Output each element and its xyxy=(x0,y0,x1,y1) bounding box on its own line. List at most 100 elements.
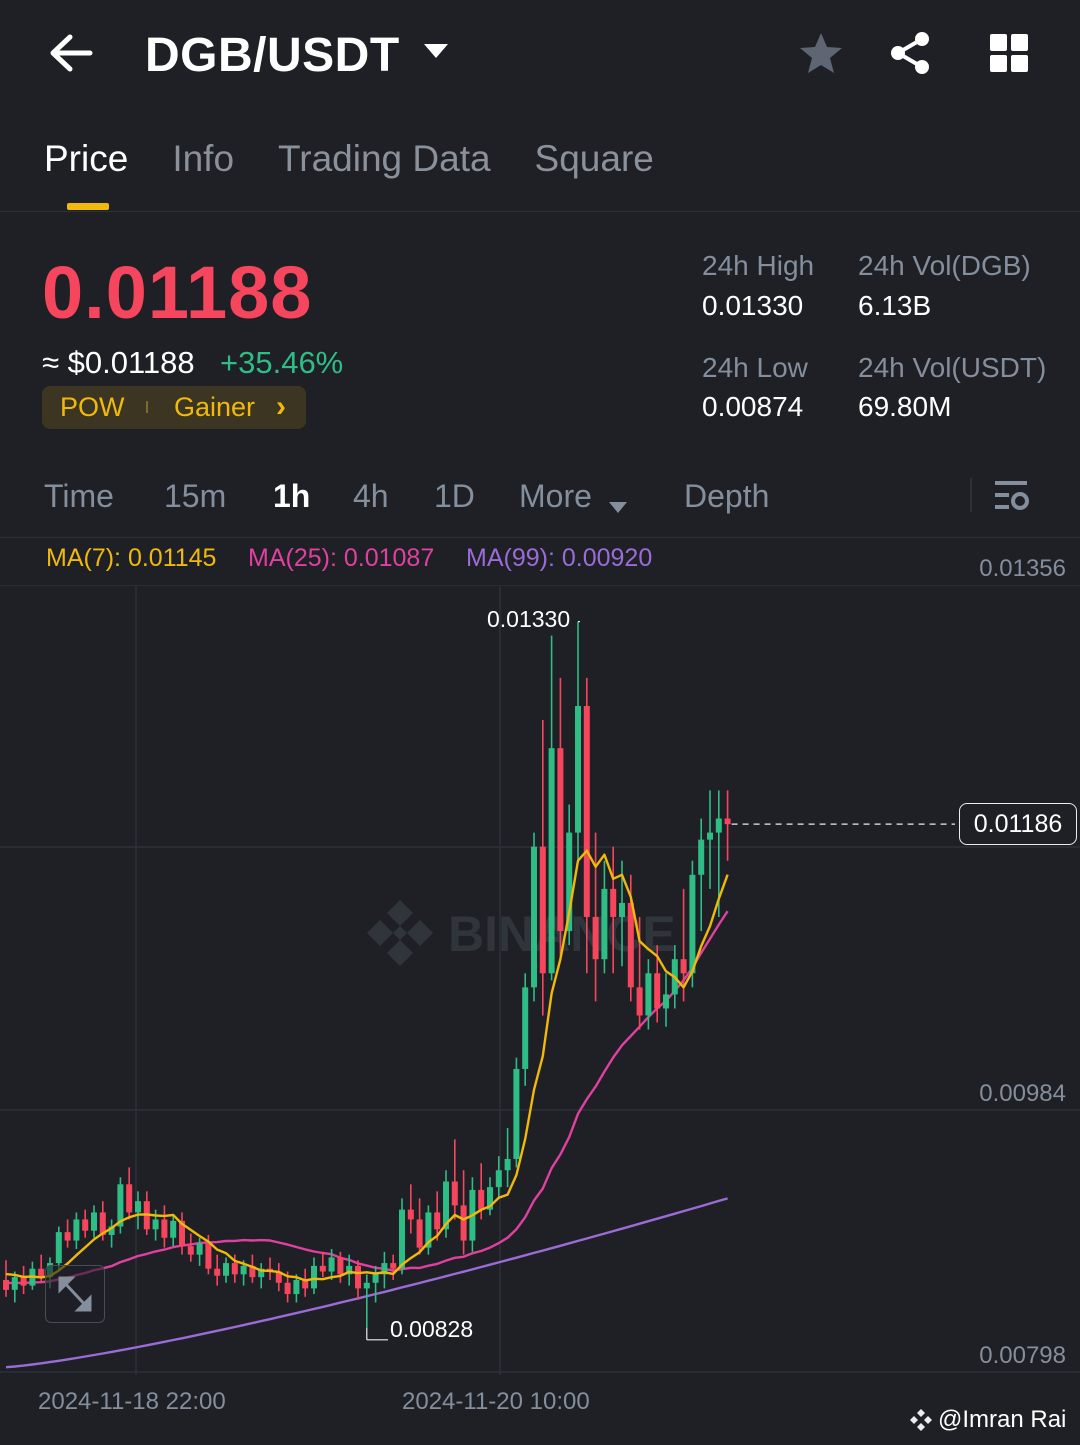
candle-body xyxy=(187,1246,194,1255)
candle-body xyxy=(451,1181,458,1206)
ma25-legend: MA(25): 0.01087 xyxy=(248,544,435,572)
low-value: 0.00874 xyxy=(702,391,804,422)
candle-body xyxy=(539,846,546,974)
candle-body xyxy=(64,1232,71,1241)
arrow-left-icon xyxy=(50,34,93,72)
price-markers xyxy=(366,620,955,1341)
interval-1d[interactable]: 1D xyxy=(434,478,475,515)
candle-body xyxy=(11,1277,18,1290)
interval-1h[interactable]: 1h xyxy=(273,478,310,515)
chart-settings-icon xyxy=(995,481,1029,510)
chart-grid xyxy=(0,585,1080,1375)
share-icon xyxy=(891,32,929,74)
tab-square[interactable]: Square xyxy=(535,138,654,188)
current-price-tag-value: 0.01186 xyxy=(973,810,1063,838)
candle-body xyxy=(205,1243,212,1269)
interval-time[interactable]: Time xyxy=(44,478,114,515)
candle-body xyxy=(654,973,661,1009)
credit-watermark: @Imran Rai xyxy=(908,1406,1066,1434)
interval-more[interactable]: More xyxy=(519,478,592,515)
current-price-tag: 0.01186 xyxy=(959,803,1077,845)
candle-body xyxy=(223,1263,229,1276)
low-marker-label: 0.00828 xyxy=(390,1316,474,1342)
share-button[interactable] xyxy=(888,30,934,76)
fiat-price: ≈ $0.01188 xyxy=(42,345,195,380)
candle-body xyxy=(434,1212,441,1230)
credit-text: @Imran Rai xyxy=(938,1406,1067,1433)
candle-body xyxy=(548,748,555,974)
high-marker-label: 0.01330 xyxy=(487,606,571,632)
candle-body xyxy=(689,874,696,974)
candle-body xyxy=(522,987,529,1069)
binance-logo-icon xyxy=(910,1409,932,1431)
pair-title[interactable]: DGB/USDT xyxy=(145,28,400,83)
pair-dropdown[interactable] xyxy=(423,42,449,60)
candle-body xyxy=(372,1274,379,1283)
grid-button[interactable] xyxy=(988,32,1030,74)
tab-info[interactable]: Info xyxy=(172,138,234,188)
candle-body xyxy=(557,748,564,932)
chevron-right-icon: › xyxy=(276,390,286,423)
vol-quote-value: 69.80M xyxy=(858,391,952,422)
candle-body xyxy=(337,1257,344,1275)
candle-body xyxy=(504,1158,511,1171)
candlestick-chart[interactable]: BINANCE xyxy=(0,585,1080,1375)
high-label: 24h High xyxy=(702,250,815,281)
candle-body xyxy=(601,888,608,960)
candle-body xyxy=(73,1219,80,1241)
tab-price[interactable]: Price xyxy=(44,138,128,188)
depth-tab[interactable]: Depth xyxy=(684,478,769,515)
low-label: 24h Low xyxy=(702,352,808,383)
candle-body xyxy=(610,888,617,918)
candle-body xyxy=(399,1209,405,1269)
candle-body xyxy=(214,1268,221,1276)
ma99-legend: MA(99): 0.00920 xyxy=(466,544,653,572)
star-icon xyxy=(800,33,842,73)
price-change-percent: +35.46% xyxy=(220,345,344,380)
candle-body xyxy=(619,902,625,918)
back-button[interactable] xyxy=(46,30,96,76)
x-axis-label-1: 2024-11-18 22:00 xyxy=(38,1388,226,1415)
candle-body xyxy=(531,846,537,988)
candle-body xyxy=(311,1265,317,1289)
favorite-button[interactable] xyxy=(798,30,844,76)
tab-divider xyxy=(0,211,1080,212)
candle-body xyxy=(707,832,713,840)
interval-4h[interactable]: 4h xyxy=(353,478,389,515)
vol-base-label: 24h Vol(DGB) xyxy=(858,250,1031,281)
candle-body xyxy=(161,1219,168,1238)
tag-gainer: Gainer xyxy=(174,392,256,422)
candle-body xyxy=(636,987,643,1016)
candle-body xyxy=(328,1257,335,1272)
vol-base-value: 6.13B xyxy=(858,290,932,321)
candle-body xyxy=(20,1277,27,1286)
ma7-legend: MA(7): 0.01145 xyxy=(46,544,217,572)
tag-separator xyxy=(146,401,148,413)
vol-quote-label: 24h Vol(USDT) xyxy=(858,352,1047,383)
candle-body xyxy=(416,1219,423,1248)
candle-body xyxy=(170,1220,177,1238)
candle-body xyxy=(724,818,731,825)
candle-body xyxy=(55,1232,62,1264)
candle-body xyxy=(698,839,705,875)
caret-down-icon xyxy=(424,44,448,58)
candle-body xyxy=(715,818,722,833)
candle-body xyxy=(407,1209,414,1220)
candle-body xyxy=(293,1279,300,1295)
expand-chart-button[interactable] xyxy=(45,1265,105,1323)
interval-divider xyxy=(970,478,972,512)
active-tab-indicator xyxy=(67,203,109,210)
candle-body xyxy=(3,1279,9,1290)
tab-trading-data[interactable]: Trading Data xyxy=(278,138,491,188)
candle-body xyxy=(680,959,687,974)
y-axis-label-bottom: 0.00798 xyxy=(979,1342,1066,1369)
candle-body xyxy=(240,1265,247,1275)
chart-settings-button[interactable] xyxy=(994,478,1030,512)
candle-body xyxy=(231,1263,238,1275)
candle-body xyxy=(355,1265,361,1289)
candle-body xyxy=(126,1184,133,1213)
more-caret-icon xyxy=(608,486,628,523)
interval-bottom-divider xyxy=(0,537,1080,538)
candle-body xyxy=(583,705,590,918)
interval-15m[interactable]: 15m xyxy=(164,478,226,515)
